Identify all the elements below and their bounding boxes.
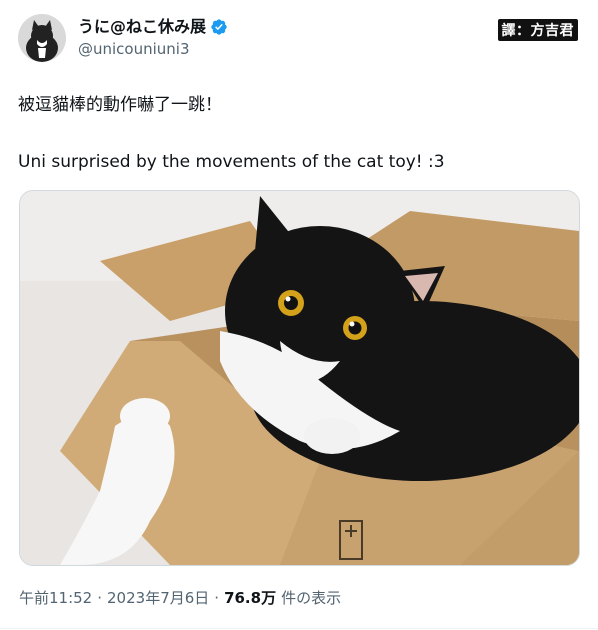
cat-in-box-photo	[20, 191, 579, 565]
meta-separator-2: ·	[214, 588, 220, 607]
user-handle[interactable]: @unicouniuni3	[78, 39, 228, 59]
bottom-divider	[0, 628, 598, 629]
views-label: 件の表示	[281, 589, 342, 607]
tweet-time[interactable]: 午前11:52	[19, 587, 92, 608]
views-count[interactable]: 76.8万	[224, 587, 276, 608]
avatar-cat-image	[18, 14, 66, 62]
tweet-media-photo[interactable]	[19, 190, 580, 566]
tweet-text-english: Uni surprised by the movements of the ca…	[18, 152, 445, 172]
tweet-text-chinese: 被逗貓棒的動作嚇了一跳！	[18, 95, 222, 115]
tweet-header: うに@ねこ休み展 @unicouniuni3	[18, 14, 228, 62]
meta-separator: ·	[97, 588, 103, 607]
verified-badge-icon[interactable]	[210, 18, 228, 36]
tweet-metadata: 午前11:52 · 2023年7月6日 · 76.8万 件の表示	[19, 587, 341, 608]
avatar[interactable]	[18, 14, 66, 62]
translator-credit: 譯：方吉君	[497, 19, 578, 41]
display-name[interactable]: うに@ねこ休み展	[78, 17, 206, 37]
tweet-date[interactable]: 2023年7月6日	[107, 587, 209, 608]
